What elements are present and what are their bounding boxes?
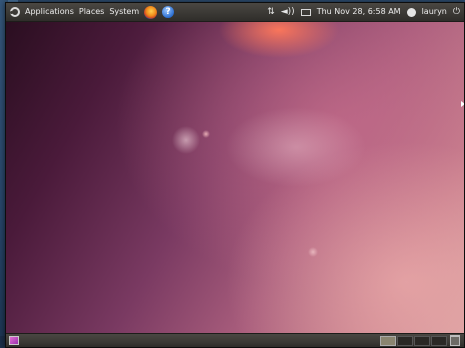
system-menu[interactable]: System	[109, 3, 139, 21]
clock[interactable]: Thu Nov 28, 6:58 AM	[317, 3, 401, 21]
workspace-1[interactable]	[380, 336, 396, 346]
workspace-3[interactable]	[414, 336, 430, 346]
workspace-4[interactable]	[431, 336, 447, 346]
ubuntu-logo-icon[interactable]	[10, 7, 20, 17]
workspace-2[interactable]	[397, 336, 413, 346]
user-name[interactable]: lauryn	[422, 3, 447, 21]
desktop-wallpaper[interactable]	[6, 22, 464, 333]
bottom-panel	[6, 333, 464, 347]
places-menu[interactable]: Places	[79, 3, 104, 21]
top-panel: Applications Places System ? ⇅ ◄)) Thu N…	[6, 3, 464, 22]
volume-icon[interactable]: ◄))	[281, 3, 295, 21]
firefox-icon[interactable]	[144, 5, 158, 19]
help-icon[interactable]: ?	[162, 6, 175, 18]
show-desktop-icon[interactable]	[9, 336, 19, 345]
top-panel-menus: Applications Places System ?	[10, 3, 175, 21]
applications-menu[interactable]: Applications	[25, 3, 74, 21]
trash-icon[interactable]	[450, 335, 460, 346]
power-icon[interactable]: ⏻	[453, 3, 460, 21]
network-icon[interactable]: ⇅	[267, 3, 275, 21]
user-icon[interactable]	[406, 7, 416, 17]
mouse-cursor-icon	[461, 101, 464, 107]
virtual-machine-window: Applications Places System ? ⇅ ◄)) Thu N…	[5, 2, 465, 348]
mail-icon[interactable]	[300, 8, 311, 16]
top-panel-indicators: ⇅ ◄)) Thu Nov 28, 6:58 AM lauryn ⏻	[267, 3, 460, 21]
